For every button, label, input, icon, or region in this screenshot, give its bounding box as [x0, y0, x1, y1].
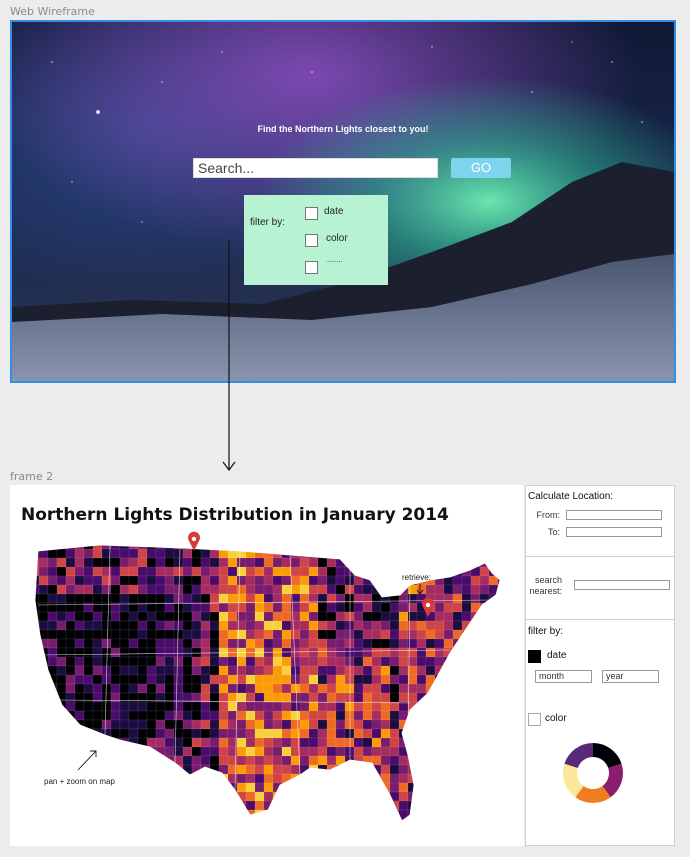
hero-title: Find the Northern Lights closest to you!	[257, 124, 429, 134]
wireframe-frame: Find the Northern Lights closest to you!…	[10, 20, 676, 383]
side-panel: Calculate Location: From: To: search nea…	[525, 485, 675, 846]
map-cells	[35, 545, 500, 821]
donut-segment[interactable]	[563, 763, 585, 798]
calculate-location-title: Calculate Location:	[528, 491, 614, 502]
more-checkbox[interactable]	[305, 261, 318, 274]
date-option-label: date	[324, 206, 344, 217]
date-checkbox[interactable]	[305, 207, 318, 220]
donut-segment[interactable]	[564, 743, 594, 769]
date-filter-label: date	[547, 650, 567, 661]
from-input[interactable]	[566, 510, 662, 520]
search-input[interactable]: Search...	[193, 158, 438, 178]
map-frame: Northern Lights Distribution in January …	[10, 485, 524, 846]
donut-segment[interactable]	[592, 743, 622, 769]
color-option-label: color	[326, 233, 348, 244]
search-nearest-label-1: search	[534, 575, 562, 585]
to-input[interactable]	[566, 527, 662, 537]
divider	[526, 619, 674, 620]
map-pin-north[interactable]	[188, 523, 200, 551]
to-label: To:	[547, 527, 560, 537]
retrieve-annotation: retrieve:	[402, 573, 431, 582]
search-nearest-label-2: nearest:	[529, 586, 562, 596]
filter-label: filter by:	[250, 217, 286, 228]
filter-panel: filter by: date color ........	[244, 195, 388, 285]
color-checkbox[interactable]	[305, 234, 318, 247]
color-filter-label: color	[545, 713, 567, 724]
date-filter-checkbox[interactable]	[528, 650, 541, 663]
frame-label-wireframe: Web Wireframe	[10, 5, 95, 18]
color-filter-checkbox[interactable]	[528, 713, 541, 726]
divider	[526, 556, 674, 557]
year-input[interactable]: year	[602, 670, 659, 683]
us-choropleth-map[interactable]	[10, 485, 524, 846]
month-input[interactable]: month	[535, 670, 592, 683]
pan-zoom-annotation: pan + zoom on map	[44, 777, 115, 786]
color-donut-picker[interactable]	[558, 738, 628, 808]
go-button[interactable]: GO	[451, 158, 511, 178]
more-option-label: ........	[327, 257, 343, 264]
from-label: From:	[536, 510, 561, 520]
search-nearest-input[interactable]	[574, 580, 670, 590]
frame-label-2: frame 2	[10, 470, 54, 483]
donut-segment[interactable]	[601, 763, 623, 798]
donut-segment[interactable]	[575, 785, 611, 803]
filter-by-title: filter by:	[528, 626, 564, 637]
